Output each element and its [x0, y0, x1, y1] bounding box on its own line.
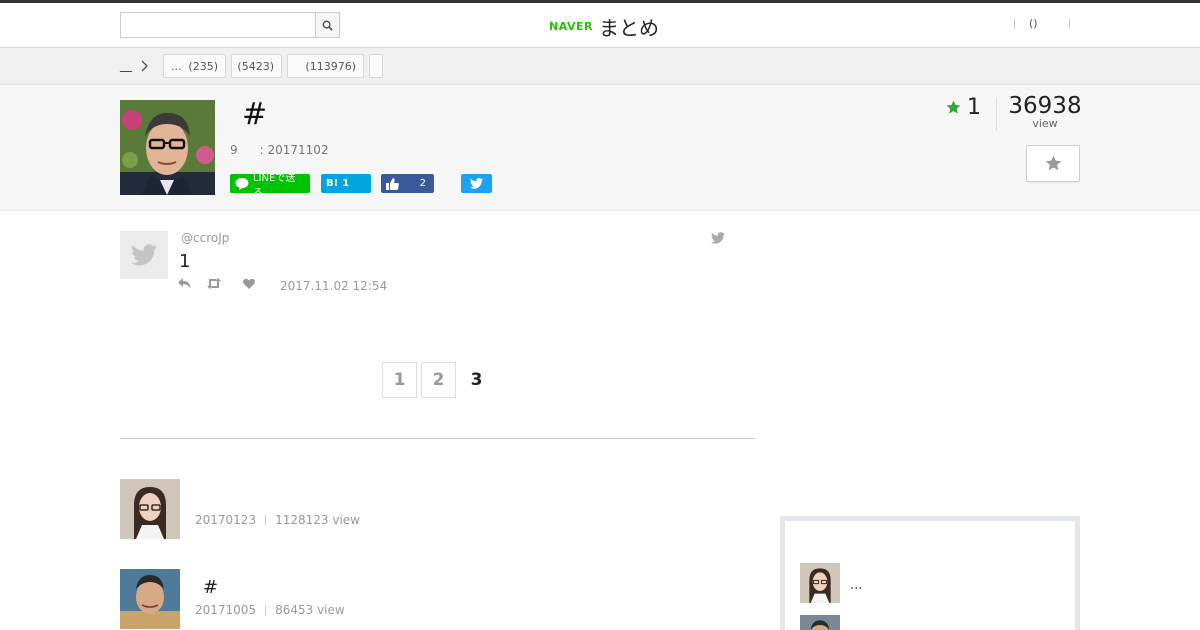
favorite-count: 1 [946, 95, 981, 120]
hatena-icon: B! [326, 178, 339, 189]
header-separator [1068, 18, 1070, 29]
related-views: 86453 view [275, 603, 345, 617]
man-portrait-icon [120, 569, 180, 629]
tweet-date[interactable]: 2017.11.02 12:54 [280, 279, 387, 293]
related-thumbnail[interactable] [120, 569, 180, 629]
view-number: 36938 [1008, 93, 1082, 119]
reply-icon[interactable] [178, 278, 191, 289]
search-icon [322, 20, 333, 31]
article-header: # 9 : 20171102 LINEで送る B! 1 2 1 36938 vi… [0, 85, 1200, 211]
sidebar-thumbnail[interactable] [800, 563, 840, 603]
tag-chip[interactable] [369, 54, 383, 78]
man-portrait-icon [800, 615, 840, 630]
tag-chip[interactable]: (113976) [287, 54, 364, 78]
tag-chip[interactable]: ... (235) [163, 54, 226, 78]
twitter-bird-icon [131, 244, 157, 266]
breadcrumb: __ ... (235) (5423) (113976) [0, 48, 1200, 85]
hatena-bookmark-button[interactable]: B! 1 [321, 174, 371, 193]
pagination-page-2[interactable]: 2 [421, 362, 456, 398]
related-meta: 20170123 1128123 view [195, 513, 360, 527]
heart-icon[interactable] [243, 278, 255, 289]
tweet-text: 1 [179, 251, 191, 272]
star-icon [946, 100, 961, 114]
man-portrait-icon [120, 100, 215, 195]
pagination-current-page: 3 [470, 370, 483, 390]
sidebar-item-title[interactable]: ... [850, 578, 862, 593]
section-divider [120, 438, 755, 439]
article-meta: 9 : 20171102 [230, 143, 329, 157]
chevron-right-icon [141, 60, 148, 72]
retweet-icon[interactable] [207, 278, 221, 289]
article-thumbnail[interactable] [120, 100, 215, 195]
related-thumbnail[interactable] [120, 479, 180, 539]
tag-count: (5423) [237, 59, 274, 73]
line-icon [235, 177, 249, 190]
breadcrumb-home[interactable]: __ [120, 58, 132, 72]
tag-label: ... [171, 59, 182, 73]
view-count: 36938 view [1000, 93, 1090, 130]
star-outline-icon [1045, 155, 1061, 171]
thumbs-up-icon [386, 177, 399, 190]
search-form [120, 12, 340, 38]
line-share-button[interactable]: LINEで送る [230, 173, 310, 199]
meta-separator [265, 515, 267, 525]
article-title: # [242, 97, 268, 132]
related-meta: 20171005 86453 view [195, 603, 345, 617]
tweet-avatar[interactable] [120, 231, 168, 279]
logo-matome-text: まとめ [598, 15, 659, 40]
site-logo[interactable]: NAVER まとめ [549, 12, 659, 40]
pagination-page-1[interactable]: 1 [382, 362, 417, 398]
header-right-nav: () [1014, 17, 1070, 30]
article-date: : 20171102 [259, 143, 329, 157]
related-date: 20170123 [195, 513, 257, 527]
tag-chip[interactable]: (5423) [231, 54, 282, 78]
woman-portrait-icon [120, 479, 180, 539]
logo-naver-text: NAVER [549, 19, 593, 33]
favorite-number: 1 [967, 95, 981, 120]
tweet-handle[interactable]: @ccroJp [181, 231, 229, 245]
site-header: NAVER まとめ () [0, 3, 1200, 48]
meta-separator [265, 605, 267, 615]
facebook-like-button[interactable]: 2 [381, 174, 434, 193]
twitter-bird-icon [470, 178, 483, 189]
search-input[interactable] [120, 12, 316, 38]
header-login-link[interactable]: () [1029, 17, 1038, 30]
hatena-count: 1 [342, 178, 350, 189]
woman-portrait-icon [800, 563, 840, 603]
related-views: 1128123 view [275, 513, 360, 527]
tag-count: (113976) [305, 59, 356, 73]
sidebar-thumbnail[interactable] [800, 615, 840, 630]
add-favorite-button[interactable] [1026, 145, 1080, 182]
facebook-like-count: 2 [419, 178, 426, 189]
article-item-count: 9 [230, 143, 238, 157]
tag-count: (235) [188, 59, 218, 73]
stat-separator [996, 97, 997, 131]
related-title[interactable]: # [203, 577, 218, 598]
twitter-bird-icon[interactable] [711, 232, 725, 244]
related-date: 20171005 [195, 603, 257, 617]
twitter-share-button[interactable] [461, 174, 492, 193]
sidebar-ranking-box: ... [780, 516, 1080, 630]
header-separator [1014, 18, 1015, 29]
line-share-label: LINEで送る [252, 172, 296, 199]
search-button[interactable] [315, 12, 340, 38]
tweet-actions [178, 278, 255, 289]
